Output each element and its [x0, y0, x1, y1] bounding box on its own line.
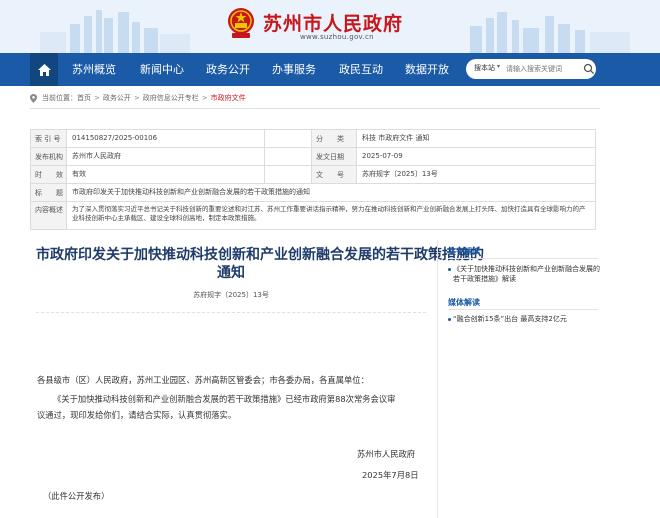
sidebar-heading-media-interpretation: 媒体解读 [448, 298, 480, 307]
meta-label: 文 号 [311, 166, 357, 183]
nav-item-gov-affairs[interactable]: 政务公开 [206, 53, 250, 86]
site-url: www.suzhou.gov.cn [300, 33, 374, 41]
meta-value: 科技 市政府文件 通知 [362, 134, 430, 142]
meta-value: 市政府印发关于加快推动科技创新和产业创新融合发展的若干政策措施的通知 [72, 188, 310, 196]
nav-item-interaction[interactable]: 政民互动 [339, 53, 383, 86]
meta-row: 发布机构 苏州市人民政府 发文日期 2025-07-09 [31, 148, 595, 166]
article-title-line: 市政府印发关于加快推动科技创新和产业创新融合发展的若干政策措施的 [36, 247, 484, 263]
nav-home-button[interactable] [30, 53, 58, 86]
meta-value: 苏府规字〔2025〕13号 [362, 170, 438, 178]
summary-line: 业科技创新中心主承载区、建设全球科创高地，制定本政策措施。 [72, 214, 261, 222]
article-paragraph-line: 议通过，现印发给你们，请结合实际，认真贯彻落实。 [37, 410, 237, 420]
article-salutation: 各县级市（区）人民政府，苏州工业园区、苏州高新区管委会；市各委办局，各直属单位： [37, 375, 369, 385]
meta-label: 索 引 号 [31, 130, 67, 147]
breadcrumb-info-column[interactable]: 政府信息公开专栏 [143, 93, 199, 103]
meta-row: 标 题 市政府印发关于加快推动科技创新和产业创新融合发展的若干政策措施的通知 [31, 184, 595, 202]
breadcrumb-current[interactable]: 市政府文件 [211, 93, 246, 103]
meta-label: 时 效 [31, 166, 67, 183]
nav-item-services[interactable]: 办事服务 [272, 53, 316, 86]
sidebar-link-line[interactable]: 《关于加快推动科技创新和产业创新融合发展的 [453, 264, 600, 274]
home-icon [37, 63, 51, 76]
location-pin-icon [30, 93, 37, 103]
nav-item-open-data[interactable]: 数据开放 [405, 53, 449, 86]
meta-row: 时 效 有效 文 号 苏府规字〔2025〕13号 [31, 166, 595, 184]
document-meta-table: 索 引 号 014150827/2025-00106 分 类 科技 市政府文件 … [30, 129, 596, 230]
breadcrumb-home[interactable]: 首页 [77, 93, 91, 103]
article-footnote: （此件公开发布） [43, 491, 110, 501]
breadcrumb-prefix: 当前位置： [42, 94, 77, 102]
site-header: 苏州市人民政府 www.suzhou.gov.cn [0, 0, 660, 53]
nav-item-news[interactable]: 新闻中心 [140, 53, 184, 86]
meta-value: 有效 [72, 170, 86, 178]
column-divider [437, 240, 438, 518]
meta-value: 014150827/2025-00106 [72, 134, 158, 142]
search-icon[interactable] [583, 63, 595, 75]
site-title[interactable]: 苏州市人民政府 [263, 9, 403, 36]
national-emblem-icon [228, 8, 254, 38]
meta-value: 2025-07-09 [362, 152, 403, 160]
meta-label: 标 题 [31, 184, 67, 201]
meta-row: 内容概述 为了深入贯彻落实习近平总书记关于科技创新的重要论述和对江苏、苏州工作重… [31, 202, 595, 229]
search-box: 搜本站 ▾ [466, 59, 596, 79]
chevron-down-icon[interactable]: ▾ [497, 63, 500, 70]
search-input[interactable] [506, 62, 582, 76]
article-paragraph-line: 《关于加快推动科技创新和产业创新融合发展的若干政策措施》已经市政府第88次常务会… [53, 394, 396, 404]
article-doc-number: 苏府规字〔2025〕13号 [193, 291, 269, 299]
meta-cell: 时 效 有效 [31, 166, 265, 183]
meta-row: 索 引 号 014150827/2025-00106 分 类 科技 市政府文件 … [31, 130, 595, 148]
meta-label: 内容概述 [31, 202, 67, 229]
bullet-icon [448, 318, 451, 321]
article-title-line: 通知 [217, 265, 245, 281]
breadcrumb-separator: > [94, 94, 100, 102]
article-sign-date: 2025年7月8日 [362, 470, 419, 480]
search-scope-select[interactable]: 搜本站 [474, 63, 495, 73]
meta-value: 为了深入贯彻落实习近平总书记关于科技创新的重要论述和对江苏、苏州工作重要讲话指示… [67, 202, 591, 229]
divider [30, 108, 600, 109]
meta-cell: 发布机构 苏州市人民政府 [31, 148, 265, 165]
breadcrumb-separator: > [133, 94, 140, 102]
nav-item-overview[interactable]: 苏州概览 [72, 53, 116, 86]
meta-cell: 索 引 号 014150827/2025-00106 [31, 130, 265, 147]
sidebar-link-line[interactable]: 若干政策措施》解读 [453, 274, 600, 284]
article-signature: 苏州市人民政府 [357, 449, 416, 459]
divider [36, 312, 426, 313]
sidebar-link-text-interpretation[interactable]: 《关于加快推动科技创新和产业创新融合发展的 若干政策措施》解读 [453, 264, 600, 284]
breadcrumb: 当前位置： 首页 > 政务公开 > 政府信息公开专栏 > 市政府文件 [30, 93, 246, 103]
meta-label: 发文日期 [311, 148, 357, 165]
article-title: 市政府印发关于加快推动科技创新和产业创新融合发展的若干政策措施的 通知 [36, 246, 484, 282]
divider [448, 309, 598, 310]
breadcrumb-gov-affairs[interactable]: 政务公开 [103, 93, 131, 103]
bullet-icon [448, 268, 451, 271]
divider [448, 258, 598, 259]
meta-label: 分 类 [311, 130, 357, 147]
meta-label: 发布机构 [31, 148, 67, 165]
breadcrumb-separator: > [201, 94, 208, 102]
sidebar-heading-text-interpretation: 文字解读 [448, 247, 480, 256]
summary-line: 为了深入贯彻落实习近平总书记关于科技创新的重要论述和对江苏、苏州工作重要讲话指示… [72, 205, 586, 213]
meta-value: 苏州市人民政府 [72, 152, 121, 160]
sidebar-link-media-interpretation[interactable]: “融合创新15条”出台 最高支持2亿元 [453, 314, 567, 324]
